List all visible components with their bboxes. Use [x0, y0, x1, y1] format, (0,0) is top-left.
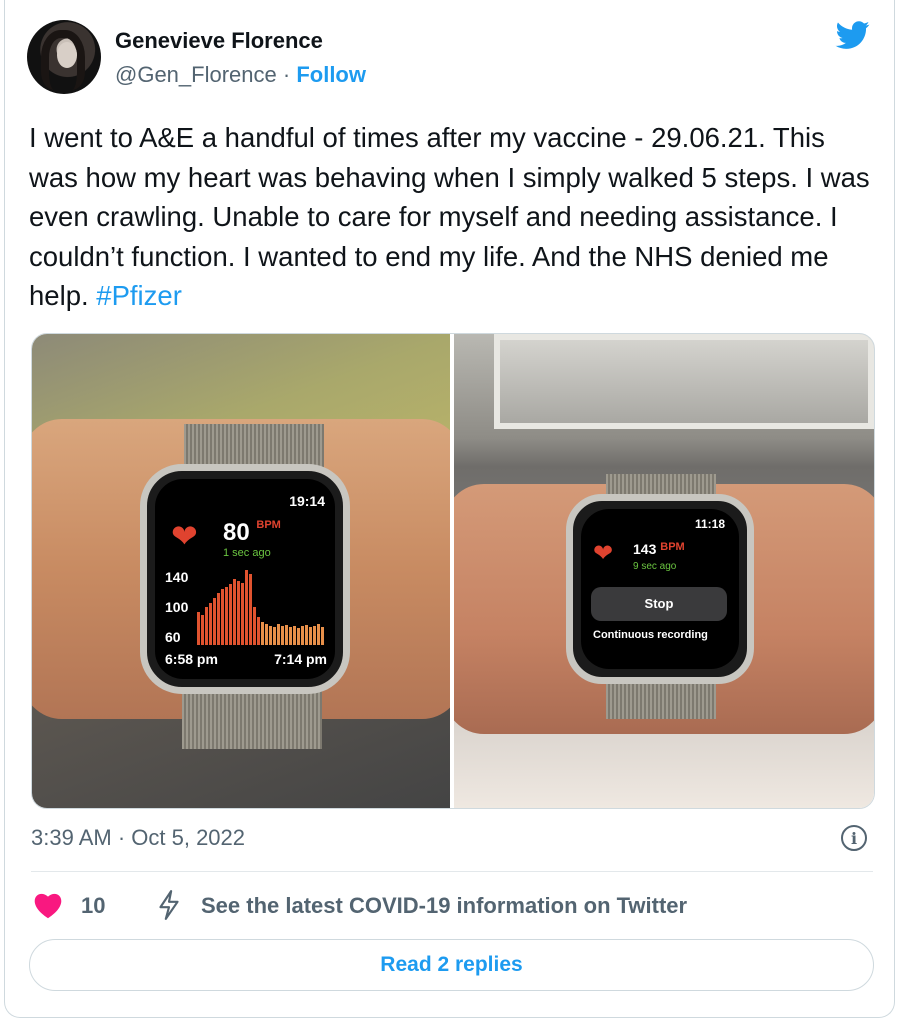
heart-rate-bar	[209, 602, 212, 645]
heart-rate-bar	[269, 626, 272, 645]
heart-rate-bar	[237, 581, 240, 645]
heart-rate-bar	[245, 569, 248, 645]
lightning-icon[interactable]	[156, 889, 182, 921]
watch-left-time: 19:14	[289, 493, 325, 509]
author-handle[interactable]: @Gen_Florence	[115, 62, 277, 87]
avatar[interactable]	[27, 20, 101, 94]
heart-rate-bar	[301, 626, 304, 645]
heart-rate-bar	[285, 625, 288, 645]
heart-rate-bar	[261, 622, 264, 645]
watch-left-bpm: 80 BPM	[223, 519, 281, 546]
heart-rate-bar	[281, 626, 284, 645]
tweet-text: I went to A&E a handful of times after m…	[29, 118, 879, 316]
heart-rate-bar	[297, 628, 300, 645]
read-replies-button[interactable]: Read 2 replies	[29, 939, 874, 991]
heart-rate-bar	[305, 625, 308, 645]
heart-rate-bar	[321, 627, 324, 645]
covid-info-link[interactable]: See the latest COVID-19 information on T…	[201, 893, 687, 919]
like-count[interactable]: 10	[81, 893, 105, 919]
author-handle-row: @Gen_Florence · Follow	[115, 62, 366, 88]
heart-rate-bar	[233, 579, 236, 645]
heart-like-icon[interactable]	[33, 891, 63, 919]
photo-right[interactable]: 11:18 ❤ 143 BPM 9 sec ago Stop Continuou…	[454, 334, 874, 808]
twitter-bird-icon[interactable]	[833, 18, 873, 52]
watch-left-ago: 1 sec ago	[223, 547, 271, 559]
heart-rate-chart	[197, 565, 347, 645]
heart-rate-bar	[213, 597, 216, 645]
heart-rate-bar	[197, 612, 200, 645]
heart-rate-bar	[253, 607, 256, 645]
heart-rate-bar	[217, 593, 220, 645]
heart-rate-bar	[221, 588, 224, 645]
stop-button[interactable]: Stop	[591, 587, 727, 621]
heart-rate-bar	[257, 616, 260, 645]
continuous-recording-label: Continuous recording	[593, 629, 708, 641]
tweet-timestamp[interactable]: 3:39 AM · Oct 5, 2022	[31, 825, 245, 851]
heart-rate-bar	[249, 574, 252, 645]
watch-right-time: 11:18	[694, 517, 725, 531]
heart-icon: ❤	[593, 540, 614, 567]
heart-rate-bar	[205, 607, 208, 645]
hashtag-link[interactable]: #Pfizer	[96, 280, 182, 311]
watch-right: 11:18 ❤ 143 BPM 9 sec ago Stop Continuou…	[566, 494, 754, 684]
follow-link[interactable]: Follow	[296, 62, 366, 87]
heart-rate-bar	[293, 626, 296, 645]
x-label-start: 6:58 pm	[165, 651, 218, 667]
heart-rate-bar	[273, 627, 276, 645]
separator-dot: ·	[282, 62, 291, 87]
media-grid: 19:14 ❤ 80 BPM 1 sec ago 140 100 60 6:58…	[31, 333, 875, 809]
watch-right-bpm: 143 BPM	[633, 541, 685, 557]
heart-rate-bar	[317, 624, 320, 645]
heart-rate-bar	[313, 626, 316, 645]
heart-rate-bar	[289, 627, 292, 645]
divider	[31, 871, 873, 872]
y-label-100: 100	[165, 599, 189, 615]
y-label-140: 140	[165, 569, 189, 585]
heart-rate-bar	[225, 586, 228, 645]
heart-rate-bar	[241, 582, 244, 645]
photo-left[interactable]: 19:14 ❤ 80 BPM 1 sec ago 140 100 60 6:58…	[32, 334, 450, 808]
x-label-end: 7:14 pm	[274, 651, 327, 667]
tweet-card: Genevieve Florence @Gen_Florence · Follo…	[4, 0, 895, 1018]
heart-rate-bar	[277, 624, 280, 645]
info-icon[interactable]: i	[841, 825, 867, 851]
heart-rate-bar	[229, 583, 232, 645]
author-name[interactable]: Genevieve Florence	[115, 28, 323, 54]
y-label-60: 60	[165, 629, 181, 645]
watch-right-ago: 9 sec ago	[633, 561, 677, 572]
heart-rate-bar	[201, 614, 204, 645]
heart-rate-bar	[309, 627, 312, 645]
heart-icon: ❤	[171, 518, 198, 554]
heart-rate-bar	[265, 624, 268, 645]
watch-left: 19:14 ❤ 80 BPM 1 sec ago 140 100 60 6:58…	[140, 464, 350, 694]
